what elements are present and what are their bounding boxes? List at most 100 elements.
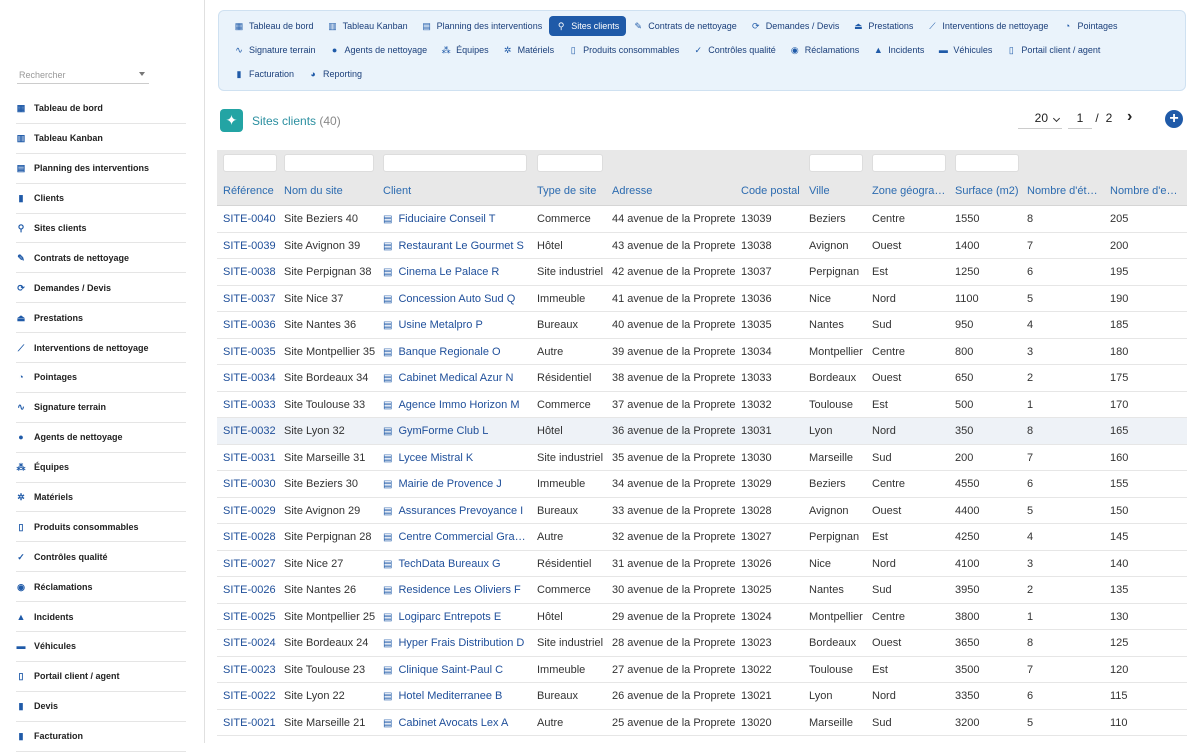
column-filter-input[interactable] bbox=[955, 154, 1019, 172]
add-record-button[interactable]: + bbox=[1165, 110, 1183, 128]
client-link[interactable]: ▤ Fiduciaire Conseil T bbox=[383, 213, 533, 225]
site-reference-link[interactable]: SITE-0029 bbox=[223, 505, 283, 517]
sidebar-item[interactable]: ∿ Signature terrain bbox=[16, 393, 186, 423]
site-reference-link[interactable]: SITE-0039 bbox=[223, 240, 283, 252]
client-link[interactable]: ▤ Banque Regionale O bbox=[383, 346, 533, 358]
column-header[interactable]: Adresse bbox=[612, 185, 738, 197]
client-link[interactable]: ▤ Hyper Frais Distribution D bbox=[383, 637, 533, 649]
top-menu-item[interactable]: ▯ Produits consommables bbox=[561, 40, 686, 60]
client-link[interactable]: ▤ Cabinet Medical Azur N bbox=[383, 372, 533, 384]
sidebar-item[interactable]: ◉ Réclamations bbox=[16, 572, 186, 603]
site-reference-link[interactable]: SITE-0026 bbox=[223, 584, 283, 596]
column-header[interactable]: Nombre d'e… bbox=[1110, 185, 1185, 197]
sidebar-item[interactable]: ▤ Planning des interventions bbox=[16, 154, 186, 184]
column-header[interactable]: Nom du site bbox=[284, 185, 380, 197]
top-menu-item-active[interactable]: ⚲ Sites clients bbox=[549, 16, 627, 36]
page-number-input[interactable]: 1 bbox=[1068, 111, 1092, 129]
sidebar-item[interactable]: ▮ Facturation bbox=[16, 722, 186, 752]
site-reference-link[interactable]: SITE-0031 bbox=[223, 452, 283, 464]
table-row[interactable]: SITE-0038 Site Perpignan 38 ▤ Cinema Le Pal… bbox=[217, 259, 1187, 286]
sidebar-item[interactable]: ▥ Tableau Kanban bbox=[16, 124, 186, 154]
site-reference-link[interactable]: SITE-0024 bbox=[223, 637, 283, 649]
client-link[interactable]: ▤ Cabinet Avocats Lex A bbox=[383, 717, 533, 729]
client-link[interactable]: ▤ Assurances Prevoyance I bbox=[383, 505, 533, 517]
sidebar-item[interactable]: ◔ Pointages bbox=[16, 363, 186, 393]
sidebar-item[interactable]: ▯ Portail client / agent bbox=[16, 662, 186, 692]
client-link[interactable]: ▤ TechData Bureaux G bbox=[383, 558, 533, 570]
top-menu-item[interactable]: ⟳ Demandes / Devis bbox=[744, 16, 847, 36]
site-reference-link[interactable]: SITE-0021 bbox=[223, 717, 283, 729]
sidebar-item[interactable]: ▯ Produits consommables bbox=[16, 512, 186, 543]
top-menu-item[interactable]: ⁂ Équipes bbox=[434, 40, 496, 60]
client-link[interactable]: ▤ Agence Immo Horizon M bbox=[383, 399, 533, 411]
site-reference-link[interactable]: SITE-0032 bbox=[223, 425, 283, 437]
top-menu-item[interactable]: ▬ Véhicules bbox=[931, 40, 999, 60]
column-filter-input[interactable] bbox=[872, 154, 946, 172]
sidebar-item[interactable]: ⚲ Sites clients bbox=[16, 214, 186, 244]
sidebar-item[interactable]: ⟳ Demandes / Devis bbox=[16, 273, 186, 304]
column-header[interactable]: Ville bbox=[809, 185, 869, 197]
sidebar-item[interactable]: ▦ Tableau de bord bbox=[16, 94, 186, 124]
sidebar-item[interactable]: ✓ Contrôles qualité bbox=[16, 542, 186, 573]
table-row[interactable]: SITE-0024 Site Bordeaux 24 ▤ Hyper Frais Di… bbox=[217, 630, 1187, 657]
top-menu-item[interactable]: ✎ Contrats de nettoyage bbox=[626, 16, 744, 36]
sidebar-item[interactable]: ⏏ Prestations bbox=[16, 303, 186, 334]
top-menu-item[interactable]: ◉ Réclamations bbox=[783, 40, 867, 60]
sidebar-item[interactable]: ✲ Matériels bbox=[16, 483, 186, 513]
site-reference-link[interactable]: SITE-0033 bbox=[223, 399, 283, 411]
top-menu-item[interactable]: ⟋ Interventions de nettoyage bbox=[920, 16, 1055, 36]
site-reference-link[interactable]: SITE-0034 bbox=[223, 372, 283, 384]
table-row[interactable]: SITE-0029 Site Avignon 29 ▤ Assurances Prev… bbox=[217, 497, 1187, 524]
table-row[interactable]: SITE-0021 Site Marseille 21 ▤ Cabinet Avoca… bbox=[217, 709, 1187, 736]
top-menu-item[interactable]: ✲ Matériels bbox=[496, 40, 562, 60]
top-menu-item[interactable]: ◔ Pointages bbox=[1055, 16, 1124, 36]
table-row[interactable]: SITE-0032 Site Lyon 32 ▤ GymForme Club L Hôt… bbox=[217, 418, 1187, 445]
column-header[interactable]: Nombre d'ét… bbox=[1027, 185, 1107, 197]
table-row[interactable]: SITE-0036 Site Nantes 36 ▤ Usine Metalpro P… bbox=[217, 312, 1187, 339]
table-row[interactable]: SITE-0030 Site Beziers 30 ▤ Mairie de Prove… bbox=[217, 471, 1187, 498]
site-reference-link[interactable]: SITE-0027 bbox=[223, 558, 283, 570]
top-menu-item[interactable]: ▲ Incidents bbox=[866, 40, 931, 60]
client-link[interactable]: ▤ GymForme Club L bbox=[383, 425, 533, 437]
column-filter-input[interactable] bbox=[223, 154, 277, 172]
sidebar-item[interactable]: ▮ Devis bbox=[16, 692, 186, 722]
table-row[interactable]: SITE-0026 Site Nantes 26 ▤ Residence Les Ol… bbox=[217, 577, 1187, 604]
table-row[interactable]: SITE-0027 Site Nice 27 ▤ TechData Bureaux G… bbox=[217, 550, 1187, 577]
site-reference-link[interactable]: SITE-0035 bbox=[223, 346, 283, 358]
client-link[interactable]: ▤ Mairie de Provence J bbox=[383, 478, 533, 490]
table-row[interactable]: SITE-0035 Site Montpellier 35 ▤ Banque Regi… bbox=[217, 338, 1187, 365]
column-filter-input[interactable] bbox=[383, 154, 527, 172]
site-reference-link[interactable]: SITE-0023 bbox=[223, 664, 283, 676]
top-menu-item[interactable]: ● Agents de nettoyage bbox=[323, 40, 435, 60]
client-link[interactable]: ▤ Centre Commercial Gra… bbox=[383, 531, 533, 543]
top-menu-item[interactable]: ▥ Tableau Kanban bbox=[321, 16, 415, 36]
top-menu-item[interactable]: ▮ Facturation bbox=[227, 64, 301, 84]
top-menu-item[interactable]: ◕ Reporting bbox=[301, 64, 369, 84]
client-link[interactable]: ▤ Cinema Le Palace R bbox=[383, 266, 533, 278]
client-link[interactable]: ▤ Restaurant Le Gourmet S bbox=[383, 240, 533, 252]
table-row[interactable]: SITE-0022 Site Lyon 22 ▤ Hotel Mediterranee… bbox=[217, 683, 1187, 710]
table-row[interactable]: SITE-0033 Site Toulouse 33 ▤ Agence Immo Ho… bbox=[217, 391, 1187, 418]
table-row[interactable]: SITE-0031 Site Marseille 31 ▤ Lycee Mistral… bbox=[217, 444, 1187, 471]
column-header[interactable]: Code postal bbox=[741, 185, 805, 197]
sidebar-item[interactable]: ▲ Incidents bbox=[16, 602, 186, 633]
site-reference-link[interactable]: SITE-0038 bbox=[223, 266, 283, 278]
site-reference-link[interactable]: SITE-0025 bbox=[223, 611, 283, 623]
site-reference-link[interactable]: SITE-0022 bbox=[223, 690, 283, 702]
client-link[interactable]: ▤ Logiparc Entrepots E bbox=[383, 611, 533, 623]
sidebar-search-select[interactable]: Rechercher bbox=[17, 66, 149, 84]
top-menu-item[interactable]: ▤ Planning des interventions bbox=[415, 16, 550, 36]
table-row[interactable]: SITE-0037 Site Nice 37 ▤ Concession Auto Su… bbox=[217, 285, 1187, 312]
site-reference-link[interactable]: SITE-0036 bbox=[223, 319, 283, 331]
site-reference-link[interactable]: SITE-0040 bbox=[223, 213, 283, 225]
sidebar-item[interactable]: ▬ Véhicules bbox=[16, 632, 186, 662]
client-link[interactable]: ▤ Clinique Saint-Paul C bbox=[383, 664, 533, 676]
column-header[interactable]: Surface (m2) bbox=[955, 185, 1025, 197]
sidebar-item[interactable]: ▮ Clients bbox=[16, 184, 186, 214]
table-row[interactable]: SITE-0039 Site Avignon 39 ▤ Restaurant Le G… bbox=[217, 232, 1187, 259]
per-page-select[interactable]: 20 bbox=[1018, 111, 1062, 129]
sidebar-item[interactable]: ✎ Contrats de nettoyage bbox=[16, 243, 186, 274]
table-row[interactable]: SITE-0034 Site Bordeaux 34 ▤ Cabinet Medica… bbox=[217, 365, 1187, 392]
table-row[interactable]: SITE-0028 Site Perpignan 28 ▤ Centre Commer… bbox=[217, 524, 1187, 551]
top-menu-item[interactable]: ▯ Portail client / agent bbox=[999, 40, 1107, 60]
